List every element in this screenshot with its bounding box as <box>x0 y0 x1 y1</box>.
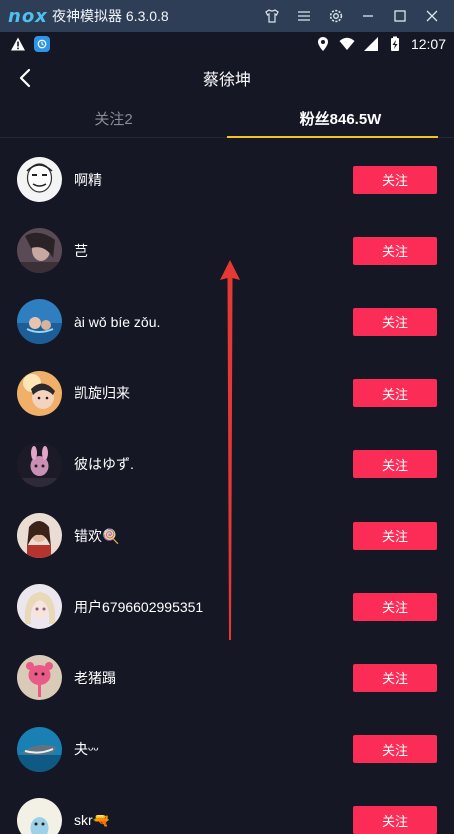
username: 凯旋归来 <box>74 385 130 402</box>
list-item[interactable]: 夬ᵕᵕ 关注 <box>0 714 454 785</box>
username: 彼はゆず. <box>74 456 134 473</box>
avatar[interactable] <box>17 441 62 487</box>
avatar[interactable] <box>17 299 62 345</box>
emulator-controls <box>256 0 448 32</box>
username: 老猪蹋 <box>74 669 116 686</box>
menu-icon[interactable] <box>288 0 320 32</box>
follow-button[interactable]: 关注 <box>353 663 437 692</box>
follow-button[interactable]: 关注 <box>353 165 437 194</box>
gear-icon[interactable] <box>320 0 352 32</box>
follow-button[interactable]: 关注 <box>353 307 437 336</box>
signal-icon <box>363 37 378 51</box>
close-icon[interactable] <box>416 0 448 32</box>
location-icon <box>317 37 328 51</box>
tab-following[interactable]: 关注2 <box>0 100 227 137</box>
follow-button[interactable]: 关注 <box>353 379 437 408</box>
avatar[interactable] <box>17 370 62 416</box>
avatar[interactable] <box>17 655 62 701</box>
emulator-title-bar: nox 夜神模拟器 6.3.0.8 <box>0 0 454 32</box>
wifi-icon <box>339 37 355 50</box>
page-title: 蔡徐坤 <box>202 72 251 89</box>
avatar[interactable] <box>17 157 62 203</box>
shirt-icon[interactable] <box>256 0 288 32</box>
status-icons: 12:07 <box>315 32 446 56</box>
swipe-up-arrow-icon <box>220 260 240 640</box>
follow-button[interactable]: 关注 <box>353 592 437 621</box>
tab-active-indicator <box>227 136 438 138</box>
username: 错欢🍭 <box>74 527 120 544</box>
minimize-icon[interactable] <box>352 0 384 32</box>
tab-followers-label: 粉丝846.5W <box>299 111 382 128</box>
status-clock: 12:07 <box>410 36 446 52</box>
list-item[interactable]: skr🔫 关注 <box>0 785 454 834</box>
status-bar: 12:07 <box>0 32 454 56</box>
warning-icon <box>11 37 25 51</box>
maximize-icon[interactable] <box>384 0 416 32</box>
follow-button[interactable]: 关注 <box>353 735 437 764</box>
follow-button[interactable]: 关注 <box>353 236 437 265</box>
tab-following-label: 关注2 <box>94 111 133 128</box>
avatar[interactable] <box>17 584 62 630</box>
tab-followers[interactable]: 粉丝846.5W <box>227 100 454 138</box>
username: skr🔫 <box>74 811 111 828</box>
avatar[interactable] <box>17 513 62 559</box>
follow-button[interactable]: 关注 <box>353 450 437 479</box>
username: ài wǒ bíe zǒu. <box>74 313 161 330</box>
username: 夬ᵕᵕ <box>74 741 99 758</box>
username: 用户6796602995351 <box>74 598 204 615</box>
username: 啊精 <box>74 171 102 188</box>
list-item[interactable]: 啊精 关注 <box>0 144 454 215</box>
app-notification-icon <box>34 36 50 52</box>
back-arrow-icon[interactable] <box>14 66 38 90</box>
tab-bar: 关注2 粉丝846.5W <box>0 100 454 138</box>
nox-logo: nox <box>8 5 48 27</box>
battery-charging-icon <box>390 36 399 51</box>
avatar[interactable] <box>17 797 62 834</box>
page-header: 蔡徐坤 <box>0 56 454 100</box>
username: 芑 <box>74 242 88 259</box>
avatar[interactable] <box>17 228 62 274</box>
emulator-title: 夜神模拟器 6.3.0.8 <box>52 8 169 24</box>
follow-button[interactable]: 关注 <box>353 521 437 550</box>
list-item[interactable]: 老猪蹋 关注 <box>0 642 454 713</box>
follow-button[interactable]: 关注 <box>353 806 437 834</box>
avatar[interactable] <box>17 726 62 772</box>
